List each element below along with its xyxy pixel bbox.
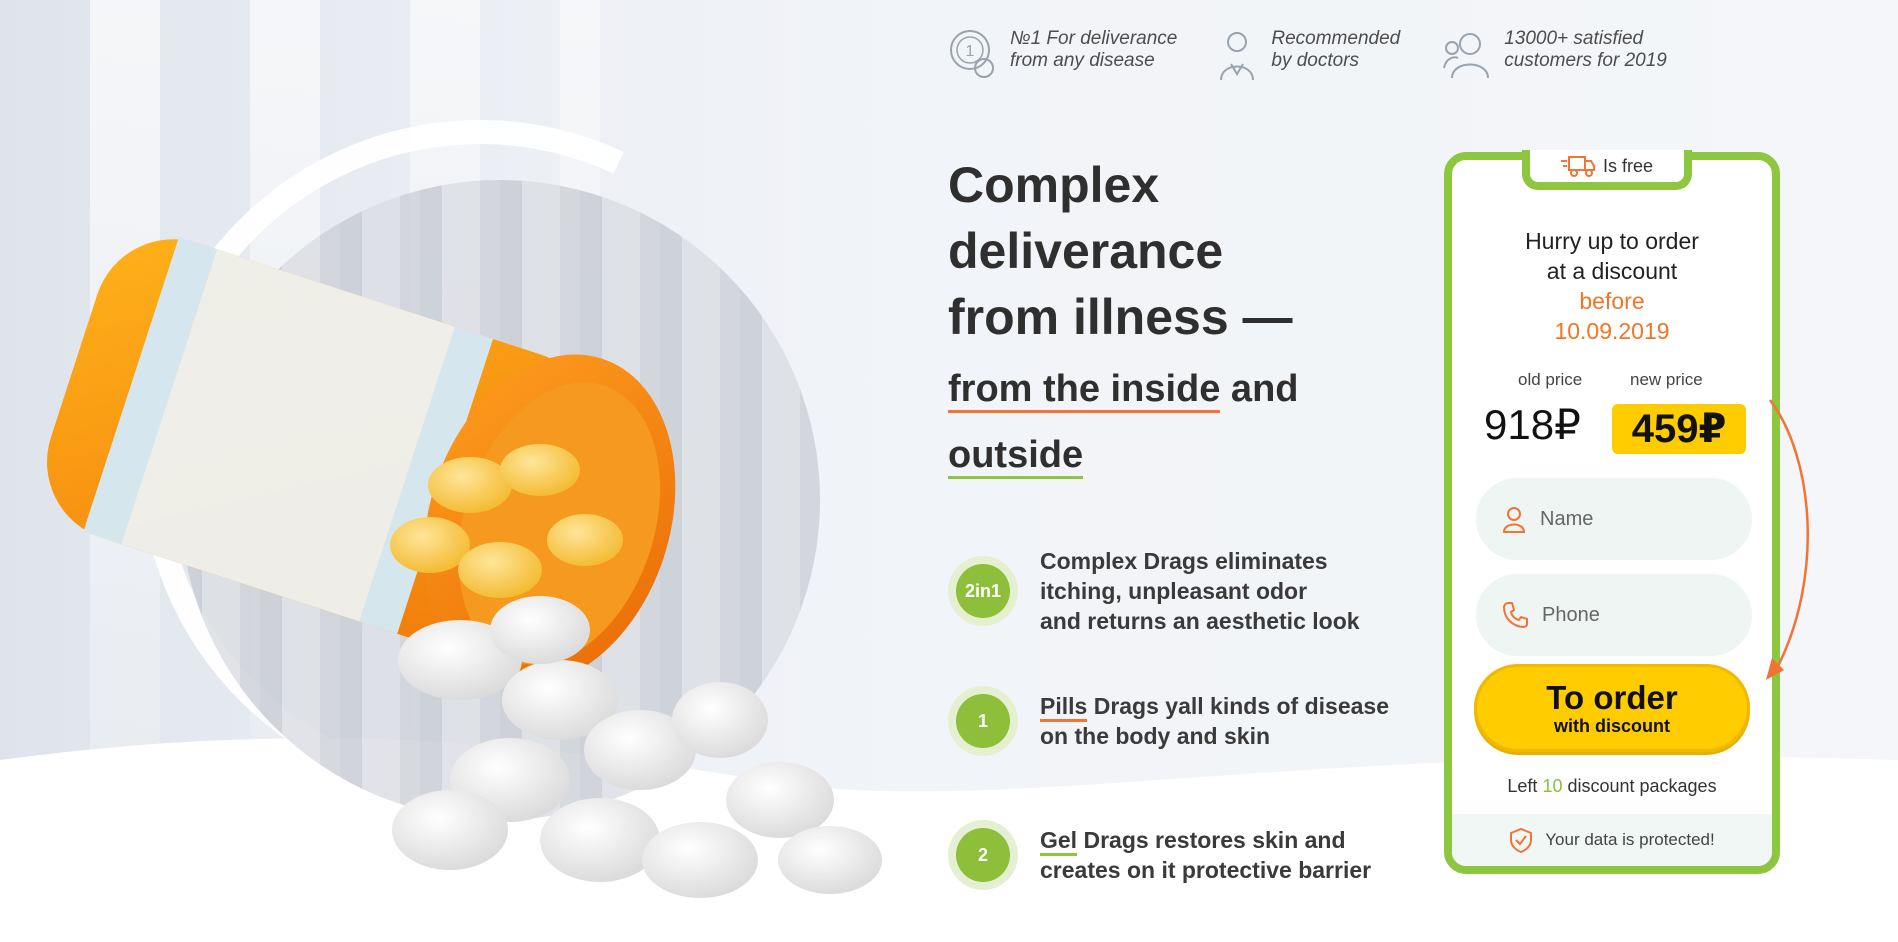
- feature-key: Gel: [1040, 827, 1078, 856]
- free-delivery-tab: Is free: [1522, 150, 1692, 190]
- packages-left: Left 10 discount packages: [1507, 776, 1717, 796]
- phone-input[interactable]: [1542, 603, 1732, 627]
- old-price-label: old price: [1518, 370, 1583, 389]
- badge-text: 13000+ satisfied customers for 2019: [1504, 28, 1667, 71]
- badge-number-one: 1 №1 For deliverance from any disease: [948, 28, 1177, 82]
- feature-item: 2 Gel Drags restores skin and creates on…: [948, 820, 1371, 890]
- new-price-label: new price: [1630, 370, 1703, 389]
- phone-field[interactable]: [1476, 574, 1752, 656]
- medal-1-icon: 1: [950, 30, 994, 78]
- feature-key: Pills: [1040, 693, 1088, 722]
- feature-badge: 2: [948, 820, 1018, 890]
- user-icon: [1502, 507, 1526, 533]
- badge-text: №1 For deliverance from any disease: [1010, 28, 1178, 71]
- feature-item: 1 Pills Drags yall kinds of disease on t…: [948, 686, 1389, 756]
- pill-bottle-image: [47, 236, 882, 898]
- phone-icon: [1503, 602, 1528, 628]
- badge-customers: 13000+ satisfied customers for 2019: [1440, 28, 1667, 82]
- deadline-before: before: [1579, 288, 1645, 314]
- product-illustration: [0, 24, 930, 920]
- customers-icon: [1443, 33, 1490, 79]
- svg-text:1: 1: [966, 43, 975, 60]
- trust-badges: 1 №1 For deliverance from any disease Re…: [948, 28, 1707, 82]
- data-protected-text: Your data is protected!: [1545, 830, 1715, 849]
- page-title: Complex deliverance from illness —: [948, 157, 1293, 345]
- feature-text: Gel Drags restores skin and creates on i…: [1040, 827, 1372, 883]
- free-delivery-label: Is free: [1602, 155, 1654, 176]
- old-price: 918₽: [1484, 401, 1581, 448]
- new-price: 459₽: [1612, 404, 1746, 454]
- curved-arrow-icon: [1766, 399, 1809, 680]
- badge-text: Recommended by doctors: [1271, 28, 1401, 71]
- badge-doctors: Recommended by doctors: [1217, 28, 1400, 82]
- subtitle-connector: and: [1220, 368, 1299, 410]
- order-button-sublabel: with discount: [1554, 715, 1670, 736]
- shield-icon: [1510, 827, 1533, 853]
- subtitle-highlight: outside: [948, 434, 1084, 479]
- feature-text: Complex Drags eliminates itching, unplea…: [1040, 548, 1360, 634]
- feature-badge: 2in1: [948, 556, 1018, 626]
- subtitle-highlight: from the inside: [948, 368, 1221, 413]
- truck-icon: [1560, 156, 1595, 177]
- feature-text: Pills Drags yall kinds of disease on the…: [1040, 693, 1389, 749]
- order-button[interactable]: To order with discount: [1474, 664, 1750, 752]
- discount-deadline: Hurry up to order at a discount before 1…: [1452, 226, 1772, 346]
- packages-count: 10: [1542, 776, 1563, 796]
- deadline-date: 10.09.2019: [1554, 318, 1670, 344]
- name-field[interactable]: [1476, 478, 1752, 560]
- order-form-card: Is free Hurry up to order at a discount …: [1444, 150, 1780, 874]
- data-protected-note: Your data is protected!: [1452, 814, 1772, 866]
- page-subtitle: from the inside and outside: [948, 356, 1368, 488]
- feature-item: 2in1 Complex Drags eliminates itching, u…: [948, 546, 1360, 636]
- doctor-icon: [1220, 32, 1255, 81]
- feature-badge: 1: [948, 686, 1018, 756]
- order-button-label: To order: [1546, 678, 1678, 716]
- name-input[interactable]: [1540, 507, 1730, 531]
